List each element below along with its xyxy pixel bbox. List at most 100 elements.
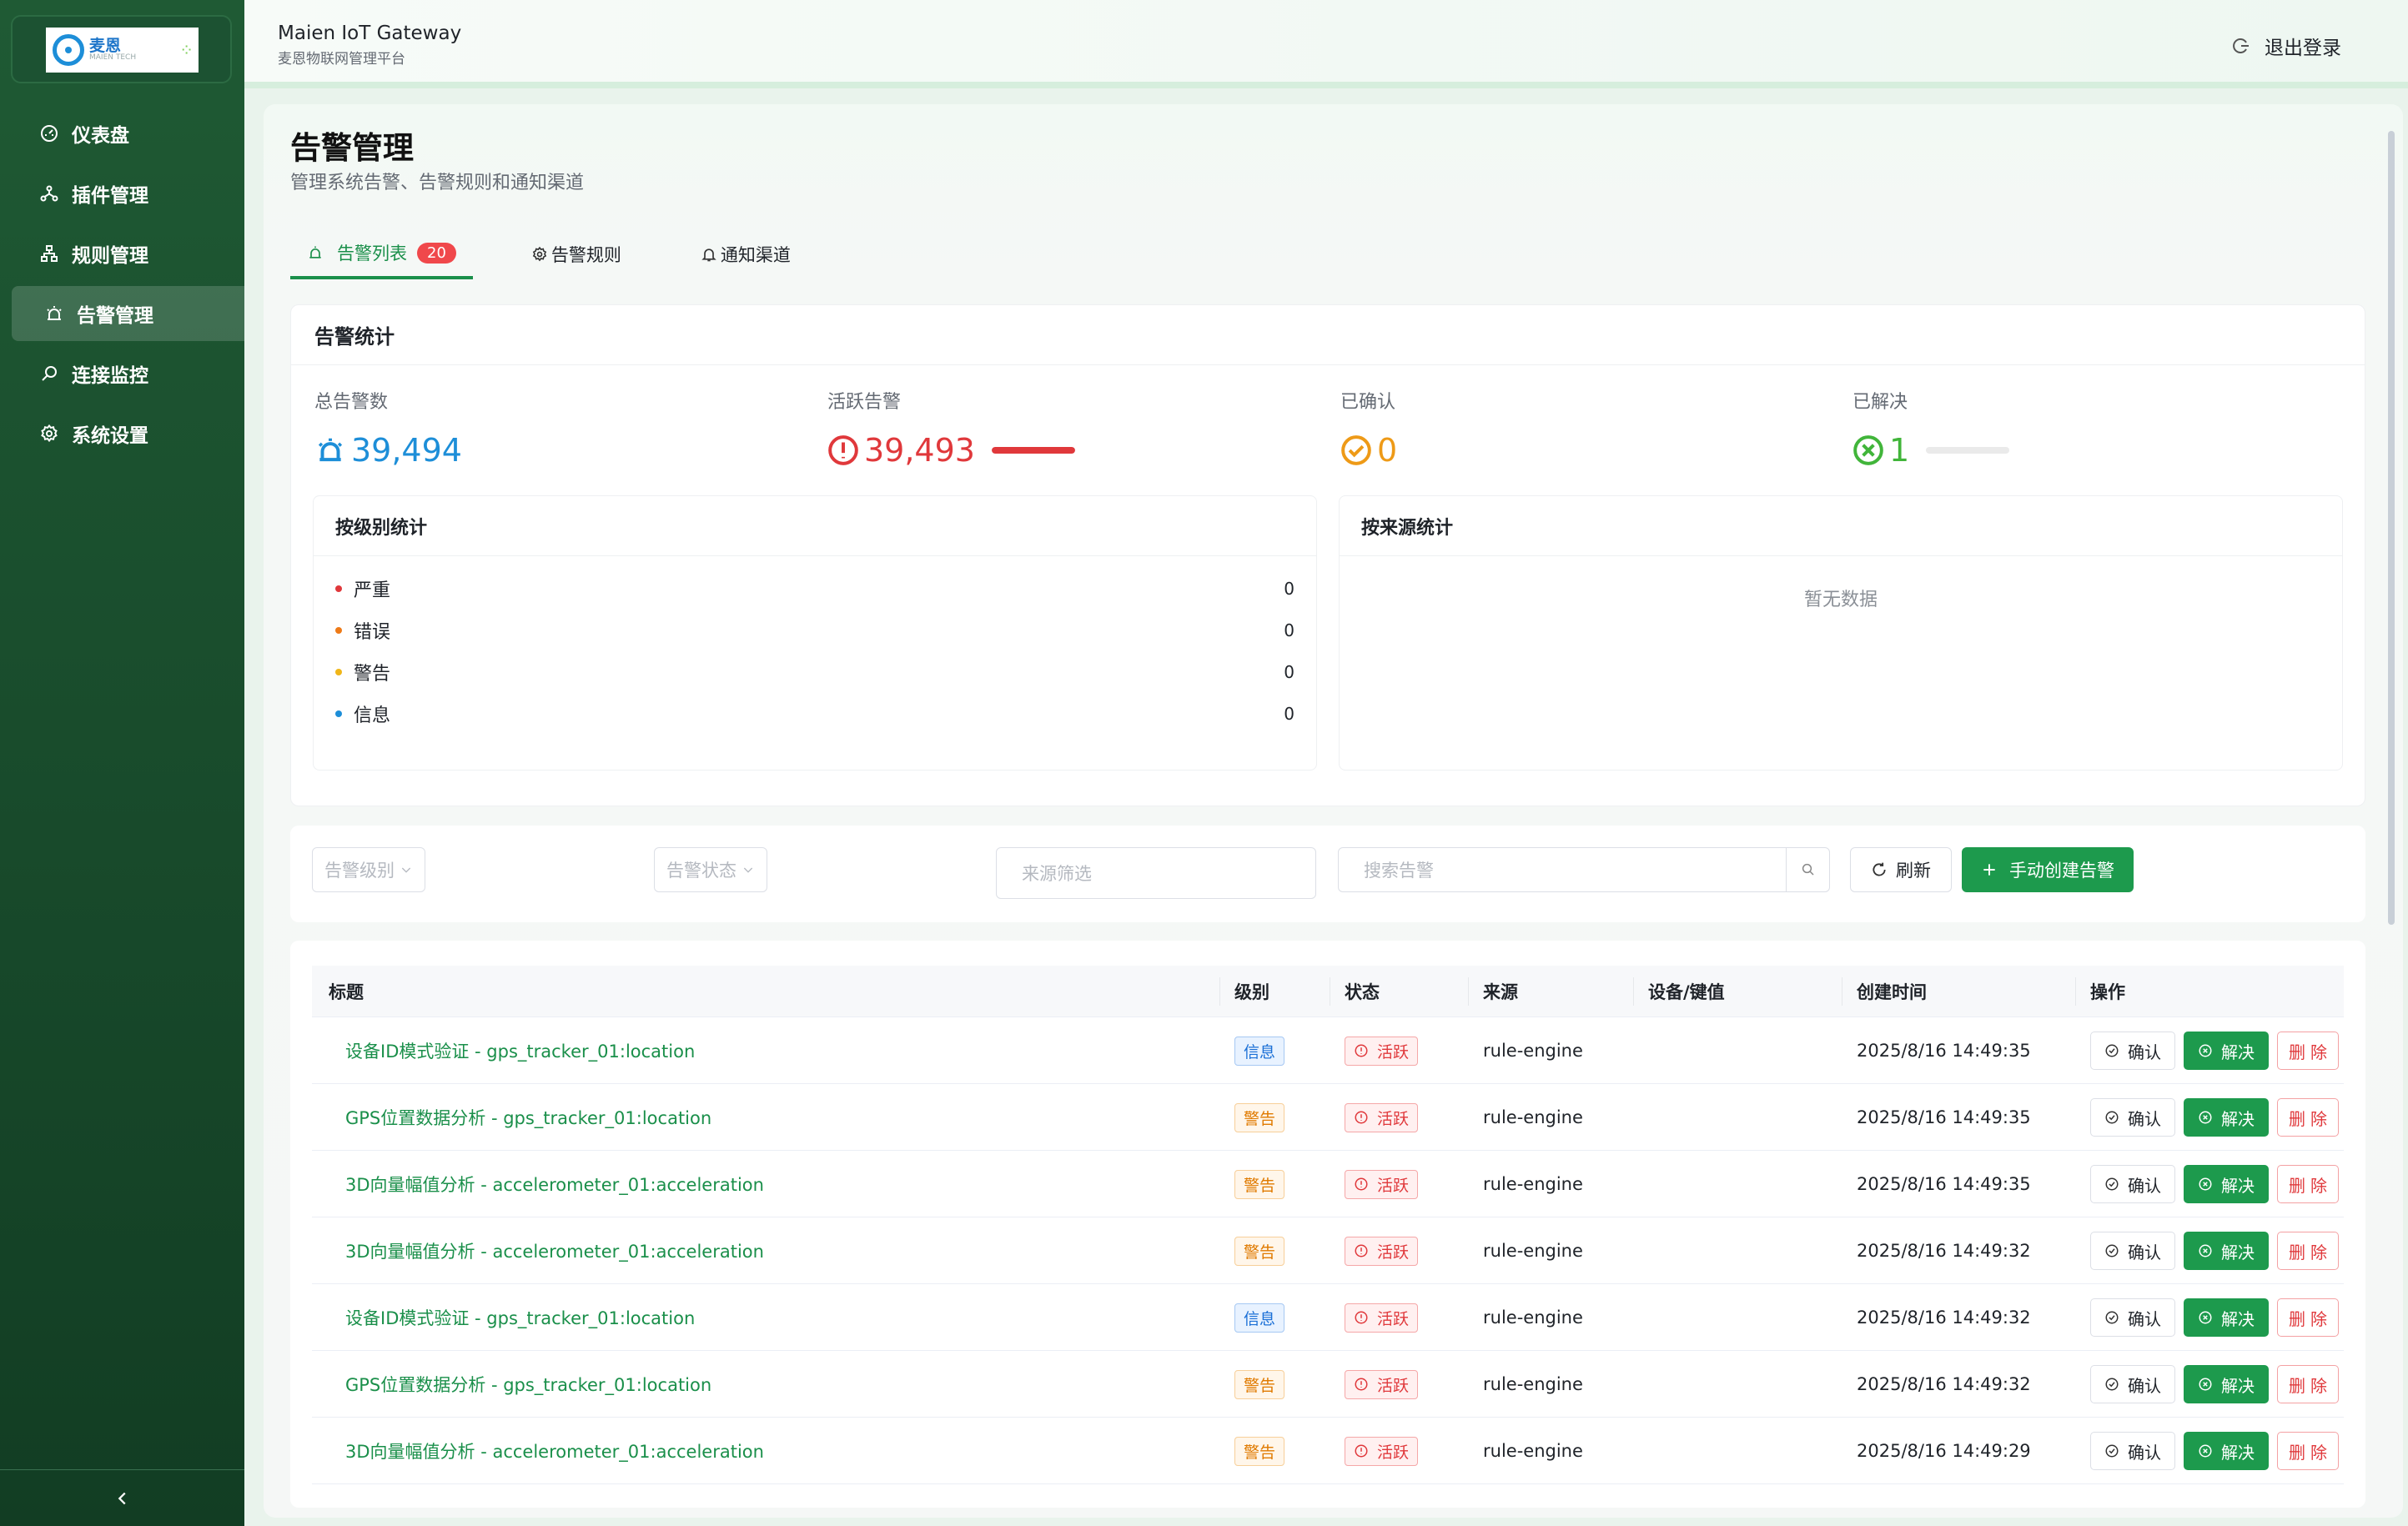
alarm-icon: [43, 303, 65, 324]
source-cell: rule-engine: [1483, 1174, 1583, 1194]
tab-label: 告警规则: [550, 245, 621, 265]
refresh-icon: [1873, 862, 1886, 876]
source-filter-input[interactable]: 来源筛选: [996, 847, 1316, 899]
exclamation-circle-icon: [1355, 1311, 1368, 1324]
logo-text-cn: 麦恩: [89, 37, 122, 55]
level-select[interactable]: 告警级别: [312, 847, 425, 892]
sidebar-item-monitor[interactable]: 连接监控: [12, 346, 244, 401]
filter-bar: 告警级别 告警状态 来源筛选 搜索告警 刷新 手动创建告警: [290, 826, 2365, 922]
alarm-title-link[interactable]: 设备ID模式验证 - gps_tracker_01:location: [345, 1038, 695, 1063]
exclamation-circle-icon: [1355, 1177, 1368, 1191]
sidebar-nav: 仪表盘 插件管理 规则管理 告警管理 连接监控 系统设置: [12, 106, 244, 466]
resolve-button[interactable]: 解决: [2184, 1098, 2269, 1137]
confirm-button[interactable]: 确认: [2090, 1032, 2175, 1070]
stats-title: 告警统计: [291, 305, 2365, 365]
check-circle-icon: [2105, 1378, 2119, 1391]
table-row[interactable]: GPS位置数据分析 - gps_tracker_01:location 警告 活跃 r…: [312, 1351, 2344, 1418]
confirm-button[interactable]: 确认: [2090, 1165, 2175, 1203]
logout-button[interactable]: 退出登录: [2231, 32, 2341, 60]
table-row[interactable]: 3D向量幅值分析 - accelerometer_01:acceleration…: [312, 1418, 2344, 1484]
resolve-button[interactable]: 解决: [2184, 1365, 2269, 1403]
resolved-progress-bar: [1926, 447, 2010, 454]
resolve-button[interactable]: 解决: [2184, 1032, 2269, 1070]
delete-button[interactable]: 删除: [2277, 1432, 2339, 1470]
sidebar-item-plugins[interactable]: 插件管理: [12, 166, 244, 221]
sidebar-item-dashboard[interactable]: 仪表盘: [12, 106, 244, 161]
search-button[interactable]: [1786, 848, 1829, 891]
confirm-label: 确认: [2128, 1042, 2161, 1062]
resolve-label: 解决: [2221, 1042, 2255, 1062]
sidebar-item-settings[interactable]: 系统设置: [12, 406, 244, 461]
refresh-button[interactable]: 刷新: [1850, 847, 1952, 892]
close-circle-icon: [2199, 1378, 2212, 1391]
check-circle-icon: [2105, 1111, 2119, 1124]
table-row[interactable]: 设备ID模式验证 - gps_tracker_01:location 信息 活跃 ru…: [312, 1017, 2344, 1084]
resolve-button[interactable]: 解决: [2184, 1165, 2269, 1203]
confirm-button[interactable]: 确认: [2090, 1298, 2175, 1337]
status-tag: 活跃: [1345, 1303, 1419, 1333]
sidebar: 麦恩 MAIEN TECH ⁘ 仪表盘 插件管理 规则管理 告警管理 连接监控: [0, 0, 244, 1526]
resolve-button[interactable]: 解决: [2184, 1232, 2269, 1270]
table-row[interactable]: 3D向量幅值分析 - accelerometer_01:acceleration…: [312, 1151, 2344, 1217]
table-row[interactable]: 设备ID模式验证 - gps_tracker_01:location 信息 活跃 ru…: [312, 1284, 2344, 1351]
alarm-title-link[interactable]: GPS位置数据分析 - gps_tracker_01:location: [345, 1372, 711, 1397]
delete-button[interactable]: 删除: [2277, 1365, 2339, 1403]
delete-button[interactable]: 删除: [2277, 1032, 2339, 1070]
resolve-button[interactable]: 解决: [2184, 1432, 2269, 1470]
plus-icon: [1983, 864, 1995, 876]
status-select[interactable]: 告警状态: [654, 847, 767, 892]
confirm-button[interactable]: 确认: [2090, 1365, 2175, 1403]
logout-icon: [2233, 38, 2249, 53]
alarm-icon: [318, 438, 343, 462]
table-row[interactable]: 3D向量幅值分析 - accelerometer_01:acceleration…: [312, 1217, 2344, 1284]
input-placeholder: 来源筛选: [1022, 864, 1092, 884]
alarm-title-link[interactable]: GPS位置数据分析 - gps_tracker_01:location: [345, 1105, 711, 1130]
delete-button[interactable]: 删除: [2277, 1165, 2339, 1203]
confirm-button[interactable]: 确认: [2090, 1098, 2175, 1137]
resolve-label: 解决: [2221, 1242, 2255, 1262]
delete-button[interactable]: 删除: [2277, 1298, 2339, 1337]
alarm-title-link[interactable]: 设备ID模式验证 - gps_tracker_01:location: [345, 1305, 695, 1330]
by-level-card: 按级别统计 严重 0 错误 0 警告 0 信息 0: [313, 495, 1317, 771]
time-cell: 2025/8/16 14:49:35: [1857, 1107, 2031, 1127]
search-input[interactable]: 搜索告警: [1338, 847, 1830, 892]
count-badge: 20: [417, 242, 456, 264]
sidebar-item-rules[interactable]: 规则管理: [12, 226, 244, 281]
stat-label: 总告警数: [314, 392, 389, 413]
status-label: 活跃: [1377, 1376, 1410, 1395]
resolve-button[interactable]: 解决: [2184, 1298, 2269, 1337]
column-header: 标题: [329, 981, 364, 1002]
stat-total: 总告警数 39,494: [314, 387, 462, 469]
tab-alarm-list[interactable]: 告警列表 20: [290, 229, 473, 279]
resolve-label: 解决: [2221, 1442, 2255, 1463]
tab-alarm-rules[interactable]: 告警规则: [531, 229, 621, 279]
monitor-icon: [38, 363, 60, 384]
scrollbar-thumb[interactable]: [2388, 131, 2395, 925]
delete-button[interactable]: 删除: [2277, 1098, 2339, 1137]
stat-label: 已确认: [1340, 392, 1396, 413]
alarm-table: 标题 级别 状态 来源 设备/键值 创建时间 操作 设备ID模式验证 - gps…: [290, 941, 2365, 1508]
alarm-title-link[interactable]: 3D向量幅值分析 - accelerometer_01:acceleration: [345, 1172, 764, 1197]
logo-box[interactable]: 麦恩 MAIEN TECH ⁘: [11, 15, 232, 83]
tab-notify-channels[interactable]: 通知渠道: [701, 229, 791, 279]
level-count: 0: [1284, 579, 1294, 599]
confirm-label: 确认: [2128, 1308, 2161, 1329]
alarm-title-link[interactable]: 3D向量幅值分析 - accelerometer_01:acceleration: [345, 1238, 764, 1263]
logout-label: 退出登录: [2265, 38, 2341, 59]
table-row[interactable]: GPS位置数据分析 - gps_tracker_01:location 警告 活跃 r…: [312, 1084, 2344, 1151]
level-tag: 警告: [1234, 1102, 1285, 1132]
sidebar-collapse-button[interactable]: [0, 1469, 244, 1526]
bell-icon: [701, 248, 716, 262]
delete-label: 删除: [2289, 1308, 2332, 1329]
create-alarm-button[interactable]: 手动创建告警: [1962, 847, 2134, 892]
confirm-button[interactable]: 确认: [2090, 1232, 2175, 1270]
confirm-label: 确认: [2128, 1175, 2161, 1196]
sidebar-item-alarms[interactable]: 告警管理: [12, 286, 244, 341]
close-circle-icon: [2199, 1177, 2212, 1191]
alarm-title-link[interactable]: 3D向量幅值分析 - accelerometer_01:acceleration: [345, 1438, 764, 1463]
level-dot: [335, 669, 342, 675]
delete-button[interactable]: 删除: [2277, 1232, 2339, 1270]
level-tag: 警告: [1234, 1369, 1285, 1399]
confirm-button[interactable]: 确认: [2090, 1432, 2175, 1470]
exclamation-circle-icon: [1355, 1111, 1368, 1124]
